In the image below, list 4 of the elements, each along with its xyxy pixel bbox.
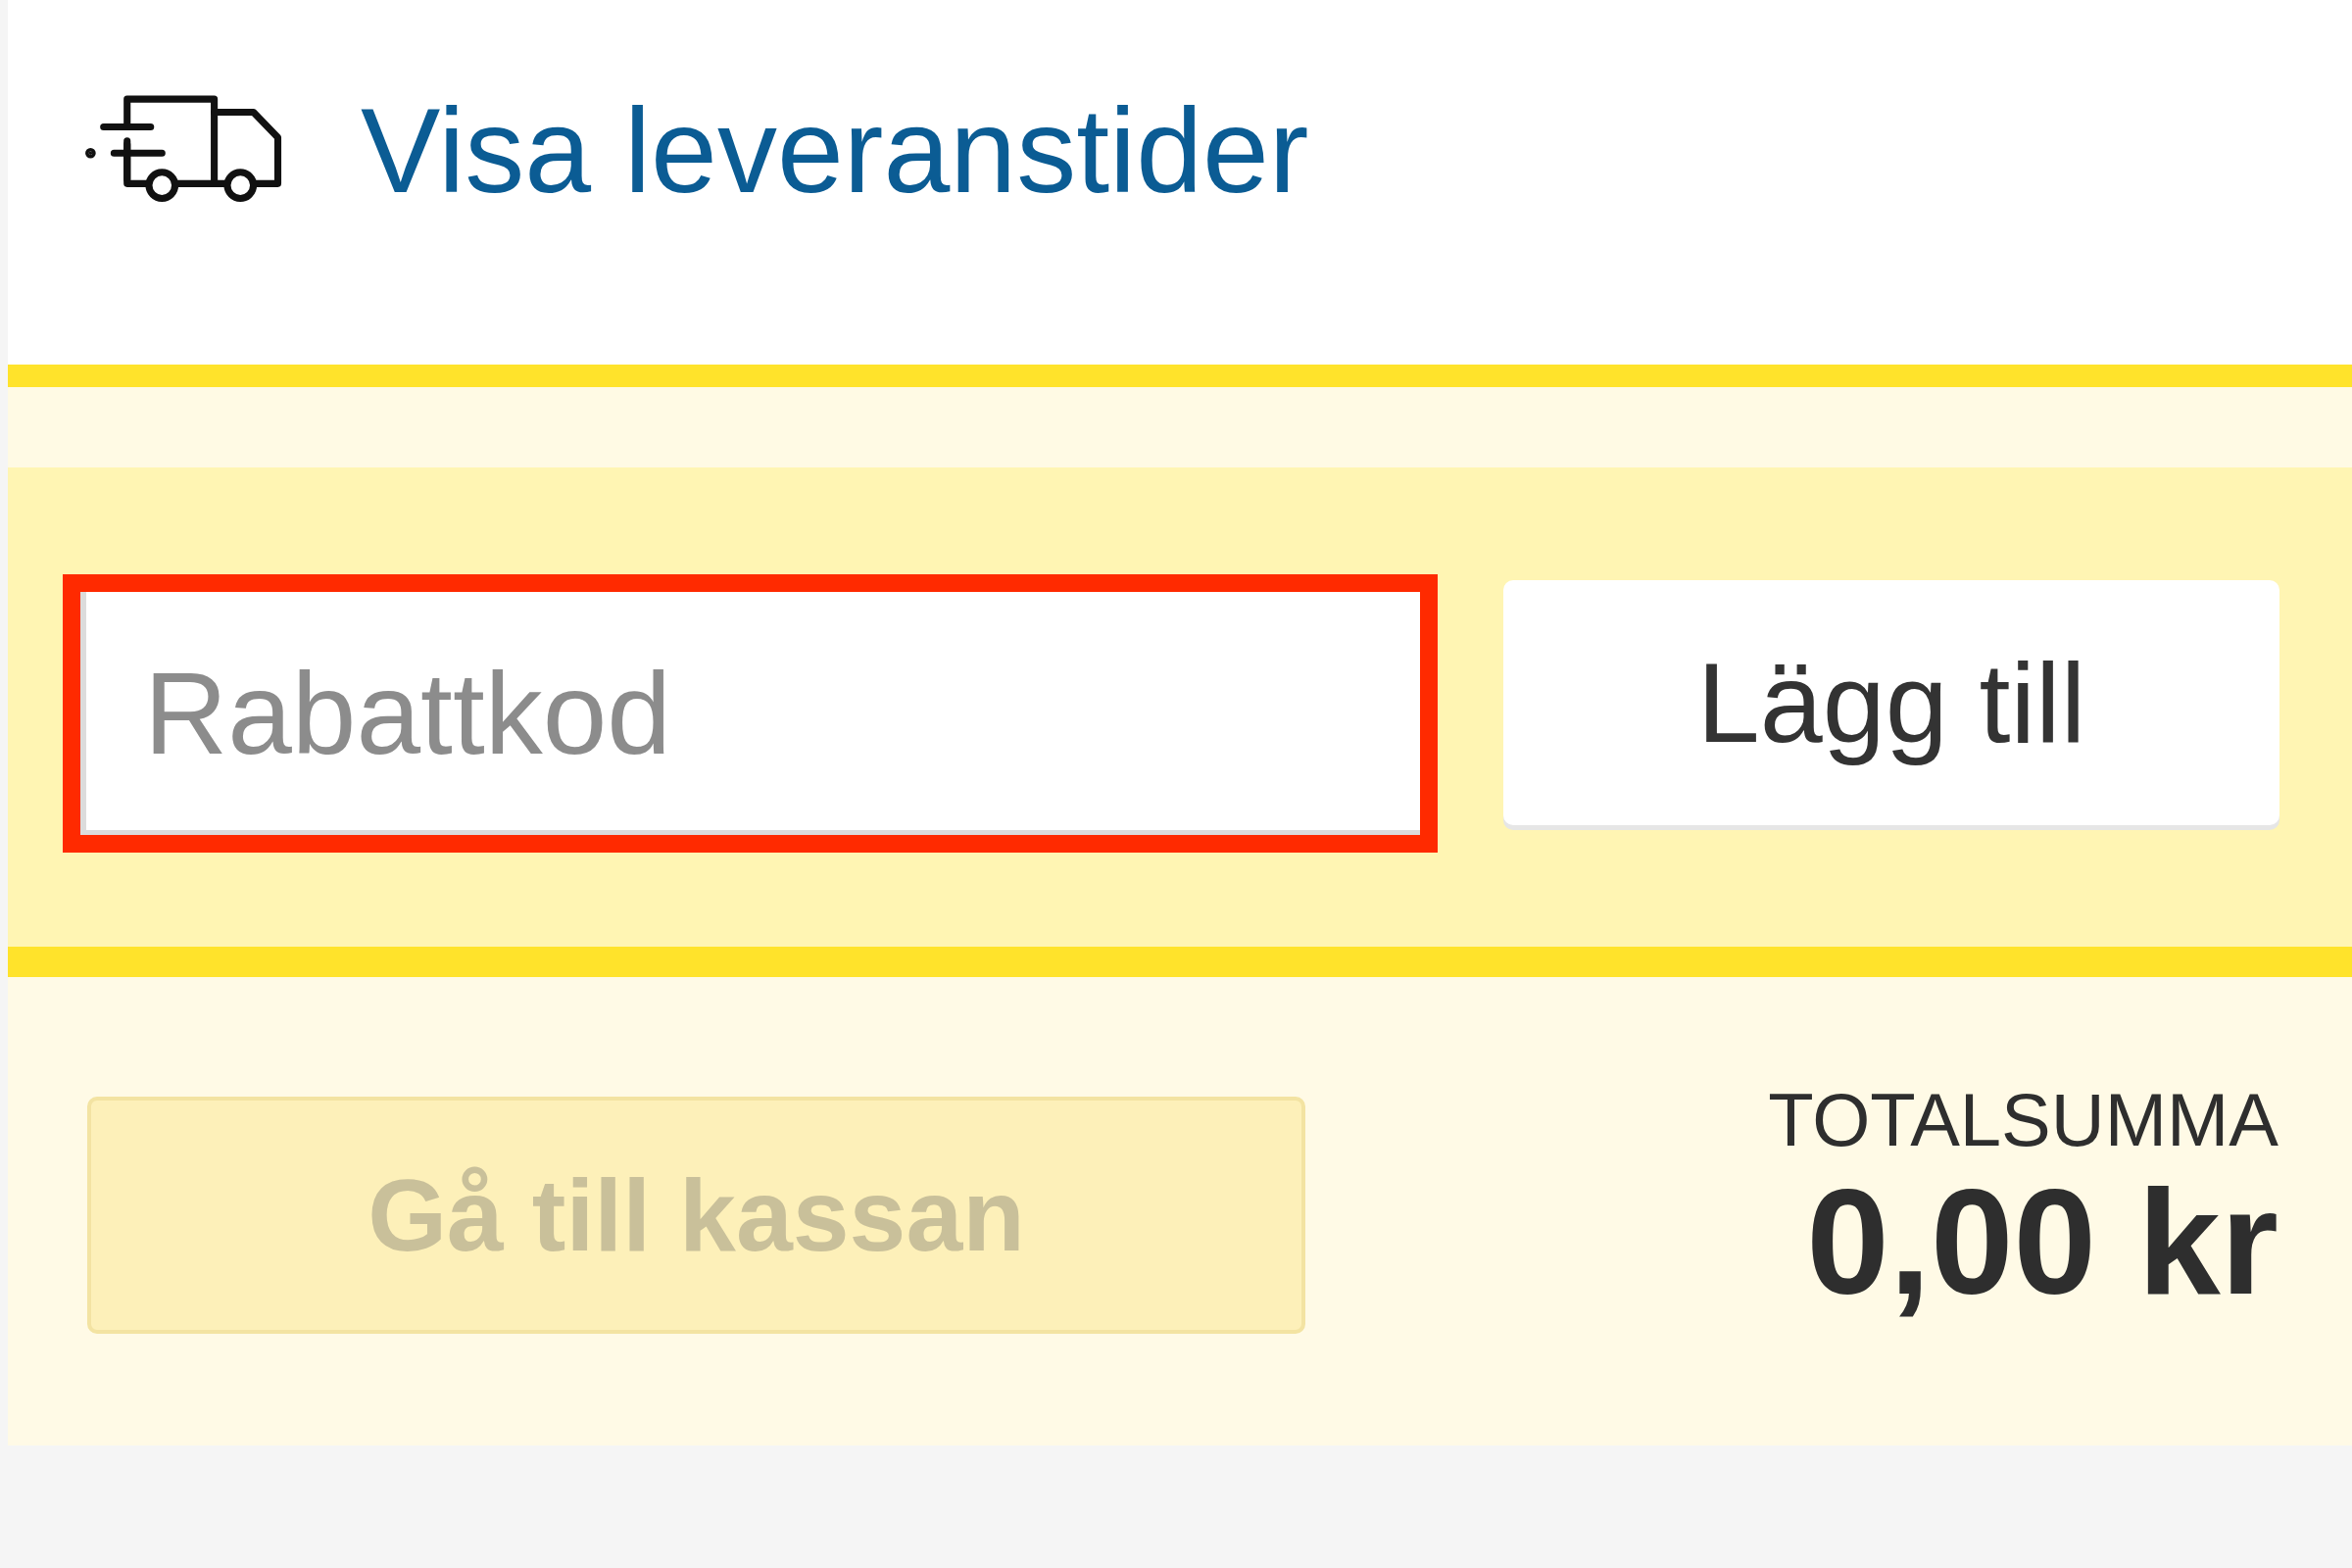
total-label: TOTALSUMMA [1768,1078,2278,1161]
discount-code-field[interactable]: Rabattkod [63,573,1438,853]
total-amount: 0,00 kr [1806,1160,2278,1325]
delivery-times-link[interactable]: Visa leveranstider [83,81,1309,220]
